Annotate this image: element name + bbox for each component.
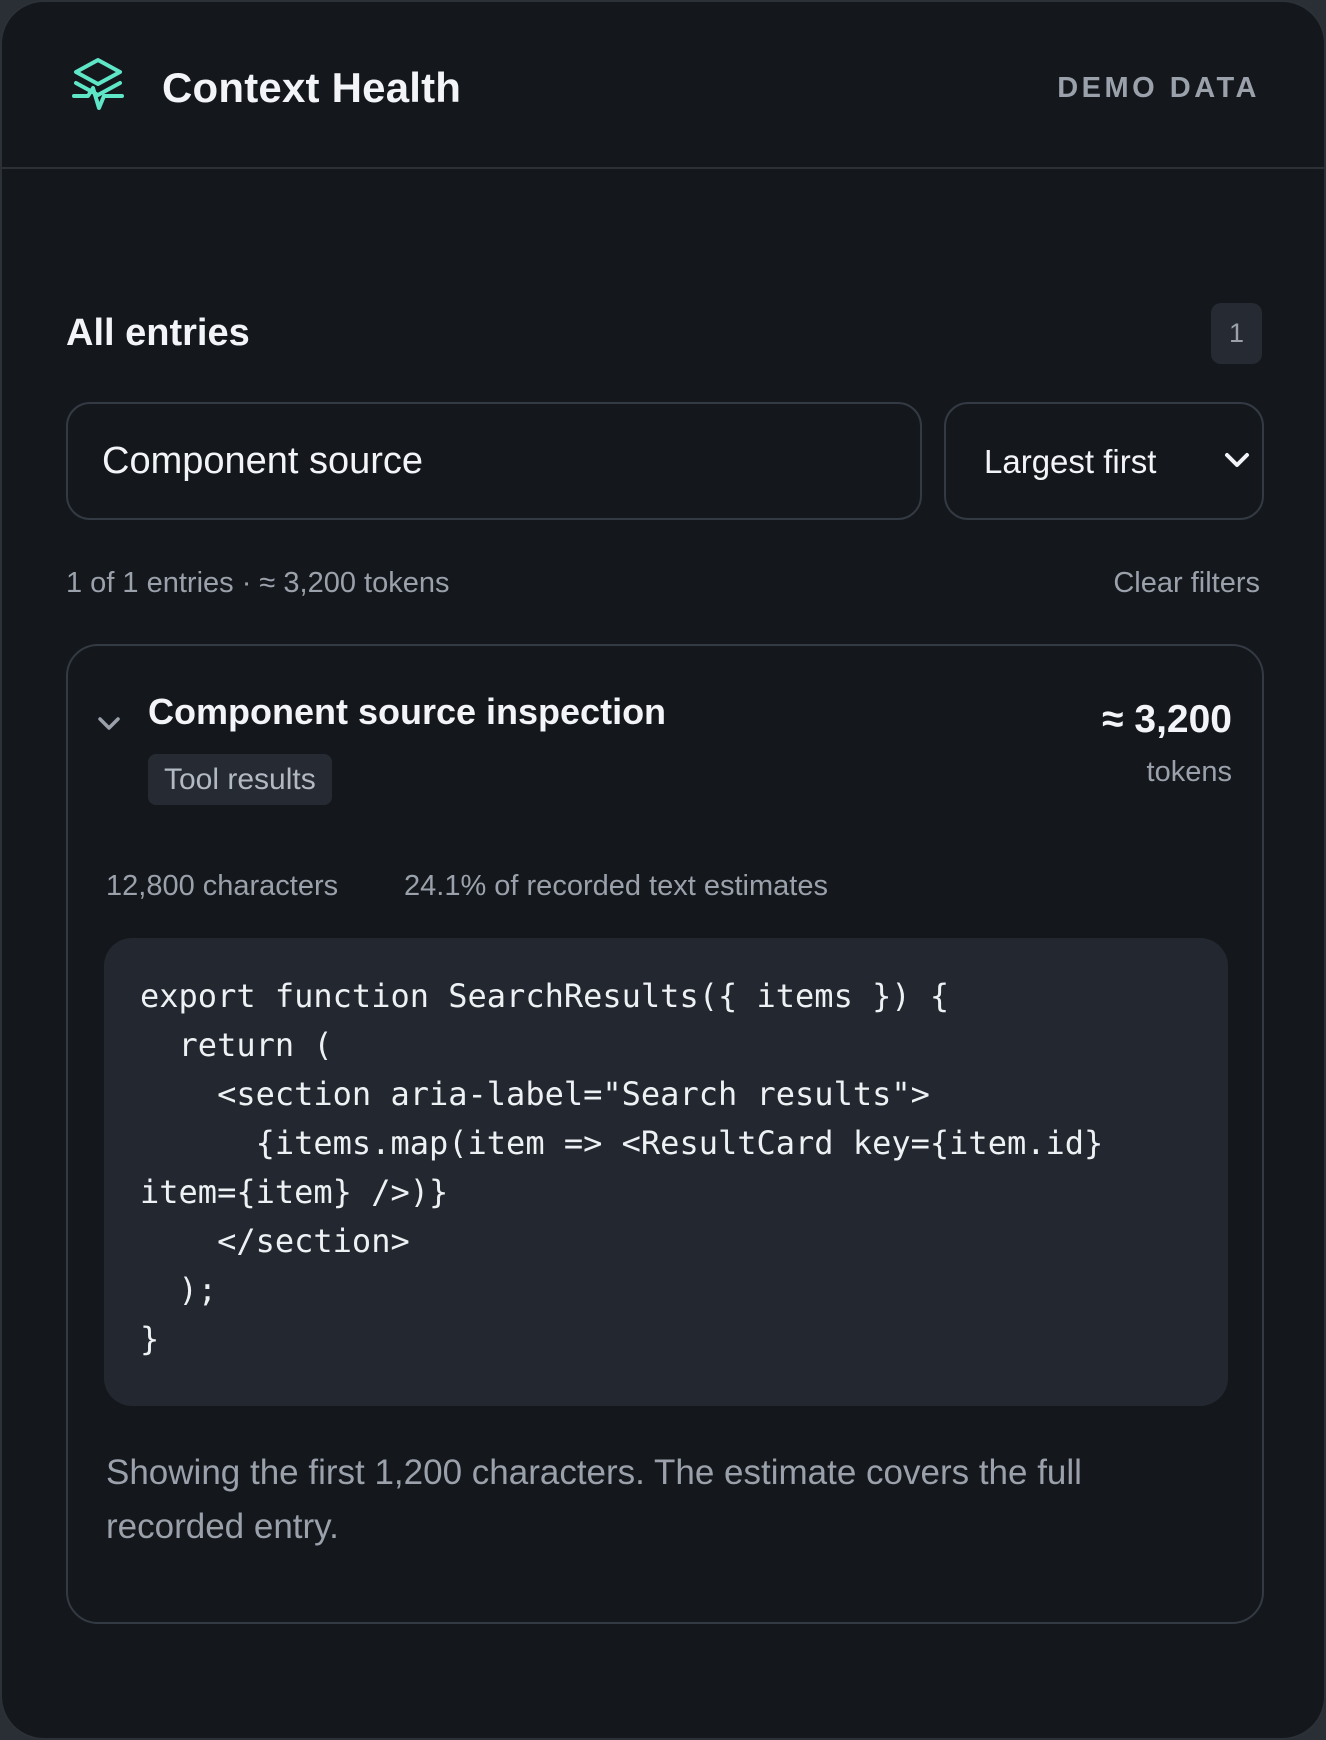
section-title: All entries <box>66 312 250 354</box>
sort-select[interactable]: Largest first <box>944 402 1264 520</box>
demo-data-badge: DEMO DATA <box>1057 72 1260 104</box>
chevron-down-icon[interactable] <box>96 712 122 734</box>
app-title: Context Health <box>162 64 462 111</box>
code-preview: export function SearchResults({ items })… <box>104 938 1228 1406</box>
chevron-down-icon <box>1225 453 1249 467</box>
entry-category-tag: Tool results <box>148 754 332 805</box>
entry-token-unit: tokens <box>1146 756 1232 788</box>
preview-truncation-note: Showing the first 1,200 characters. The … <box>106 1453 1082 1546</box>
clear-filters-button[interactable]: Clear filters <box>1113 565 1260 601</box>
panel-header: Context Health DEMO DATA <box>2 2 1324 169</box>
entry-character-count: 12,800 characters <box>106 870 339 902</box>
sort-selected-value: Largest first <box>984 443 1157 480</box>
entry-share-percentage: 24.1% of recorded text estimates <box>404 870 828 902</box>
entry-card: Component source inspection Tool results… <box>66 644 1264 1624</box>
entry-title[interactable]: Component source inspection <box>148 690 666 734</box>
results-summary: 1 of 1 entries · ≈ 3,200 tokens <box>66 567 450 599</box>
context-health-panel: Context Health DEMO DATA All entries 1 L… <box>0 0 1326 1740</box>
entries-count-badge: 1 <box>1211 303 1262 364</box>
layers-pulse-icon <box>72 58 124 110</box>
entry-token-estimate: ≈ 3,200 <box>1102 698 1232 741</box>
search-input[interactable] <box>66 402 922 520</box>
